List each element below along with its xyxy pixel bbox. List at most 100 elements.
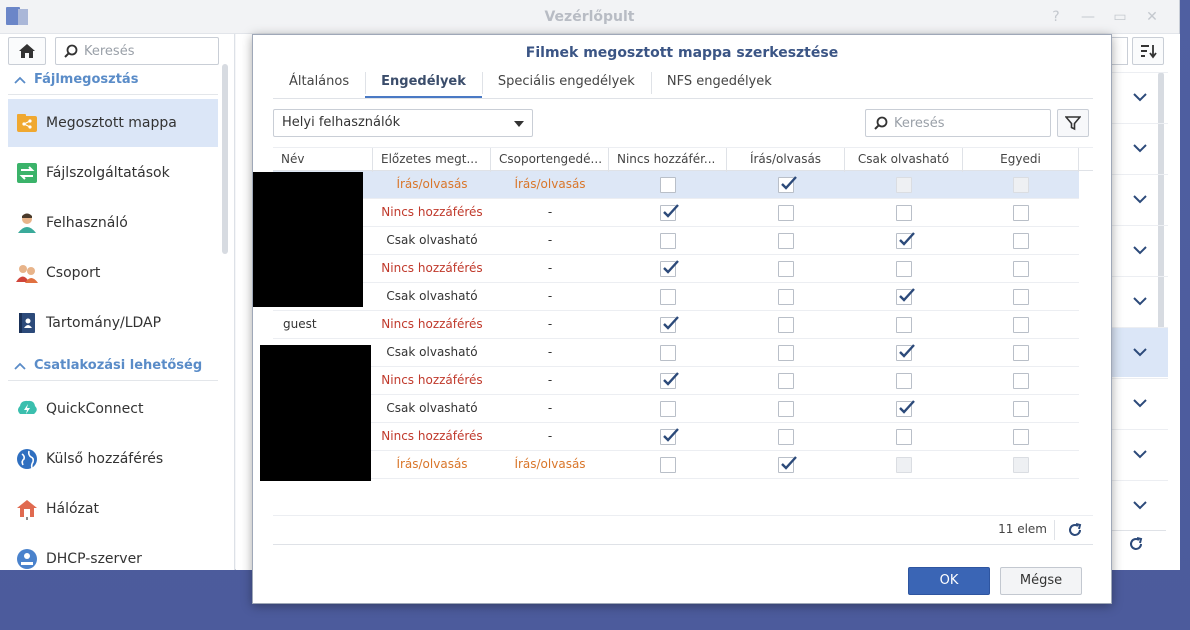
read-write-checkbox[interactable]	[778, 204, 794, 221]
sidebar-item-dhcp-server[interactable]: DHCP-szerver	[8, 535, 218, 570]
table-row[interactable]: Csak olvasható -	[273, 395, 1079, 423]
list-row-expander[interactable]	[1112, 480, 1168, 530]
list-row-expander[interactable]	[1112, 72, 1168, 122]
custom-checkbox[interactable]	[1013, 372, 1029, 389]
table-row[interactable]: guest Nincs hozzáférés -	[273, 311, 1079, 339]
no-access-checkbox[interactable]	[660, 288, 676, 305]
read-only-checkbox[interactable]	[896, 204, 912, 221]
read-only-checkbox[interactable]	[896, 287, 915, 305]
table-row[interactable]: Csak olvasható -	[273, 339, 1079, 367]
read-write-checkbox[interactable]	[778, 288, 794, 305]
custom-checkbox[interactable]	[1013, 428, 1029, 445]
no-access-checkbox[interactable]	[660, 203, 679, 221]
table-row[interactable]: Nincs hozzáférés -	[273, 199, 1079, 227]
no-access-checkbox[interactable]	[660, 400, 676, 417]
filter-button[interactable]	[1057, 109, 1089, 137]
help-icon[interactable]: ?	[1047, 8, 1065, 26]
custom-checkbox[interactable]	[1013, 260, 1029, 277]
list-row-expander[interactable]	[1112, 276, 1168, 326]
maximize-icon[interactable]: ▭	[1111, 8, 1129, 26]
custom-checkbox[interactable]	[1013, 400, 1029, 417]
custom-checkbox[interactable]	[1013, 316, 1029, 333]
column-header-custom[interactable]: Egyedi	[963, 148, 1079, 172]
list-row-expander[interactable]	[1112, 225, 1168, 275]
column-header-read-write[interactable]: Írás/olvasás	[727, 148, 845, 172]
list-row-expander[interactable]	[1112, 123, 1168, 173]
read-only-checkbox[interactable]	[896, 372, 912, 389]
read-only-checkbox[interactable]	[896, 399, 915, 417]
sort-button[interactable]	[1132, 37, 1164, 65]
refresh-icon[interactable]	[1128, 536, 1144, 552]
table-row[interactable]: Nincs hozzáférés -	[273, 423, 1079, 451]
sidebar-scrollbar[interactable]	[222, 64, 228, 254]
no-access-checkbox[interactable]	[660, 456, 676, 473]
read-only-checkbox[interactable]	[896, 231, 915, 249]
table-row[interactable]: Nincs hozzáférés -	[273, 367, 1079, 395]
tab-advanced-permissions[interactable]: Speciális engedélyek	[481, 69, 651, 98]
no-access-checkbox[interactable]	[660, 176, 676, 193]
column-header-name[interactable]: Név	[273, 148, 373, 172]
read-write-checkbox[interactable]	[778, 344, 794, 361]
custom-checkbox[interactable]	[1013, 232, 1029, 249]
tab-general[interactable]: Általános	[273, 69, 365, 98]
column-header-group-permission[interactable]: Csoportengedé...	[491, 148, 609, 172]
no-access-checkbox[interactable]	[660, 344, 676, 361]
no-access-checkbox[interactable]	[660, 371, 679, 389]
minimize-icon[interactable]: —	[1079, 8, 1097, 26]
sidebar-search[interactable]	[55, 37, 219, 65]
window-titlebar[interactable]: Vezérlőpult ? — ▭ ✕	[0, 0, 1179, 34]
list-row-expander[interactable]	[1112, 429, 1168, 479]
user-type-select[interactable]: Helyi felhasználók	[273, 109, 533, 137]
table-row[interactable]: Nincs hozzáférés -	[273, 255, 1079, 283]
no-access-checkbox[interactable]	[660, 427, 679, 445]
refresh-icon[interactable]	[1067, 522, 1083, 538]
no-access-checkbox[interactable]	[660, 259, 679, 277]
sidebar-item-quickconnect[interactable]: QuickConnect	[8, 385, 218, 433]
ok-button[interactable]: OK	[908, 567, 990, 595]
sidebar-item-file-services[interactable]: Fájlszolgáltatások	[8, 149, 218, 197]
no-access-checkbox[interactable]	[660, 232, 676, 249]
read-only-checkbox[interactable]	[896, 316, 912, 333]
table-row[interactable]: Írás/olvasás Írás/olvasás	[273, 451, 1079, 479]
read-only-checkbox[interactable]	[896, 343, 915, 361]
read-write-checkbox[interactable]	[778, 316, 794, 333]
sidebar-item-group[interactable]: Csoport	[8, 249, 218, 297]
dialog-search[interactable]	[865, 109, 1051, 137]
read-write-checkbox[interactable]	[778, 232, 794, 249]
section-file-sharing[interactable]: Fájlmegosztás	[14, 72, 138, 87]
home-button[interactable]	[8, 37, 46, 65]
tab-nfs-permissions[interactable]: NFS engedélyek	[650, 69, 788, 98]
read-only-checkbox[interactable]	[896, 260, 912, 277]
sidebar-item-shared-folder[interactable]: Megosztott mappa	[8, 99, 218, 147]
no-access-checkbox[interactable]	[660, 315, 679, 333]
custom-checkbox[interactable]	[1013, 204, 1029, 221]
section-connectivity[interactable]: Csatlakozási lehetőség	[14, 358, 202, 373]
read-only-checkbox[interactable]	[896, 428, 912, 445]
sidebar-item-user[interactable]: Felhasználó	[8, 199, 218, 247]
list-row-expander[interactable]	[1112, 174, 1168, 224]
column-header-preview[interactable]: Előzetes megt...	[373, 148, 491, 172]
close-icon[interactable]: ✕	[1143, 8, 1161, 26]
tab-permissions[interactable]: Engedélyek	[365, 69, 482, 98]
table-row[interactable]: Írás/olvasás Írás/olvasás	[273, 171, 1079, 199]
read-write-checkbox[interactable]	[778, 372, 794, 389]
custom-checkbox[interactable]	[1013, 288, 1029, 305]
table-row[interactable]: Csak olvasható -	[273, 283, 1079, 311]
dialog-search-input[interactable]	[894, 115, 1044, 131]
column-header-no-access[interactable]: Nincs hozzáfér...	[609, 148, 727, 172]
read-write-checkbox[interactable]	[778, 260, 794, 277]
read-write-checkbox[interactable]	[778, 428, 794, 445]
sidebar-item-network[interactable]: Hálózat	[8, 485, 218, 533]
read-write-checkbox[interactable]	[778, 455, 797, 473]
column-header-read-only[interactable]: Csak olvasható	[845, 148, 963, 172]
list-row-expander[interactable]	[1112, 378, 1168, 428]
cancel-button[interactable]: Mégse	[1000, 567, 1082, 595]
list-row-expander[interactable]	[1112, 327, 1168, 377]
read-write-checkbox[interactable]	[778, 400, 794, 417]
read-write-checkbox[interactable]	[778, 175, 797, 193]
table-row[interactable]: Csak olvasható -	[273, 227, 1079, 255]
custom-checkbox[interactable]	[1013, 344, 1029, 361]
sidebar-item-external-access[interactable]: Külső hozzáférés	[8, 435, 218, 483]
sidebar-item-domain-ldap[interactable]: Tartomány/LDAP	[8, 299, 218, 347]
sidebar-search-input[interactable]	[84, 43, 214, 59]
